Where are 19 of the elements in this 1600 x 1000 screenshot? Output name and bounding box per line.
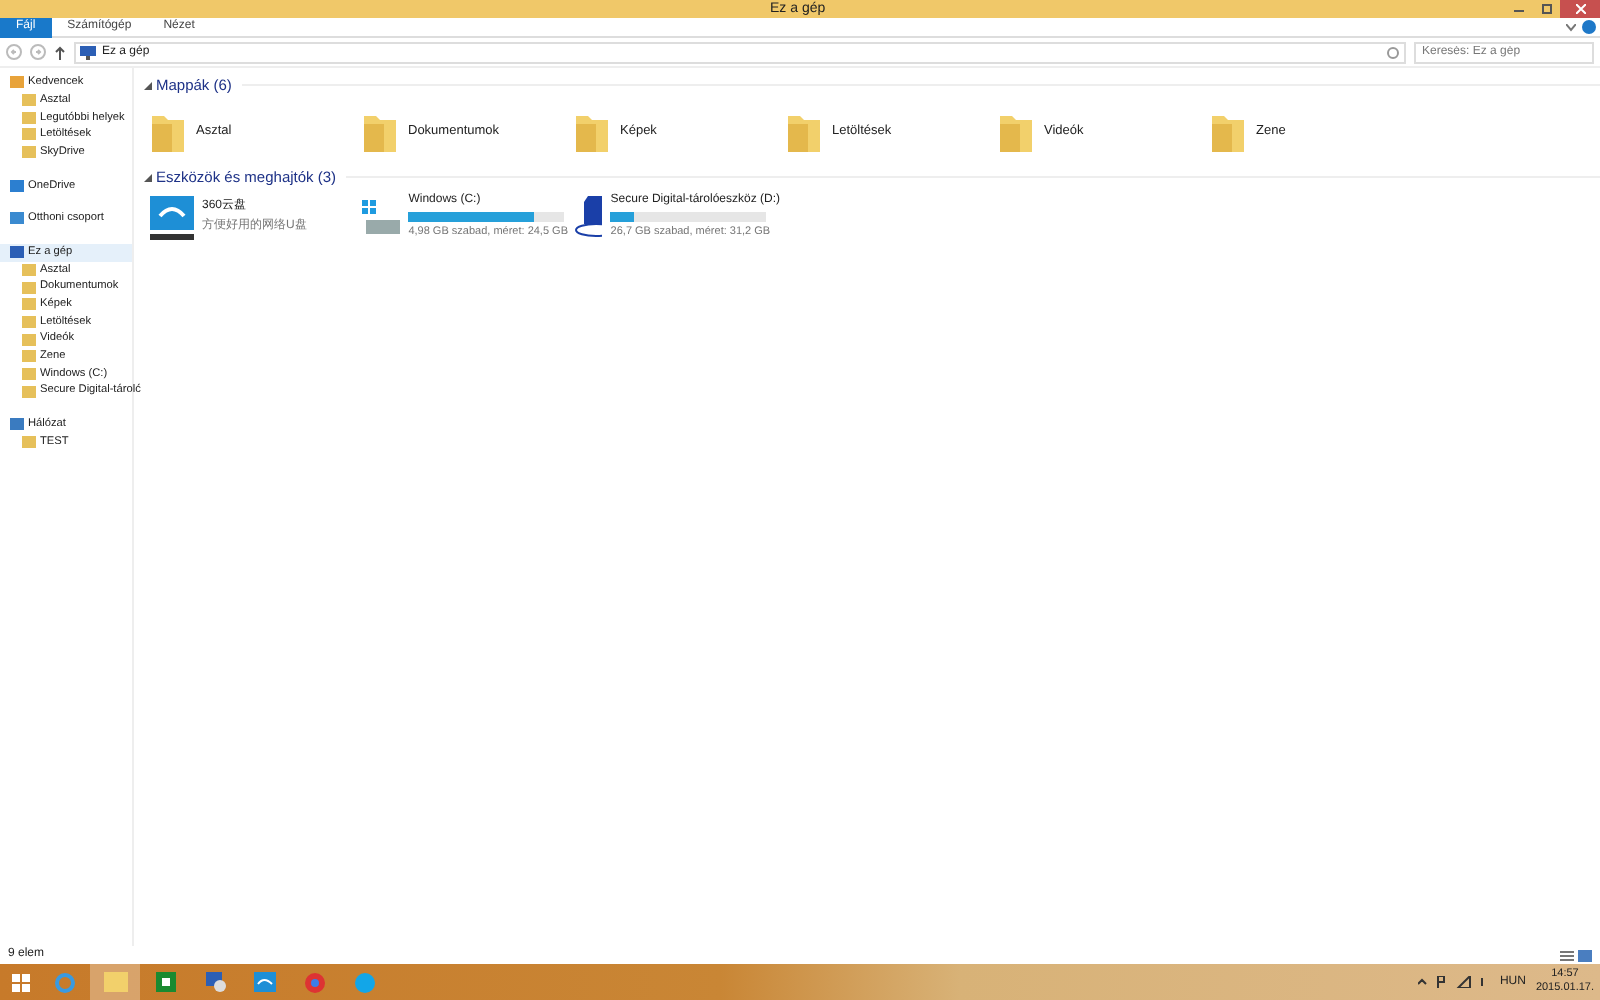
- computer-icon: [205, 972, 225, 992]
- computer-icon: [80, 45, 96, 59]
- cloud-drive-icon: [150, 195, 194, 239]
- windows-logo-icon: [11, 973, 29, 991]
- refresh-icon[interactable]: [1386, 45, 1400, 59]
- collapse-icon[interactable]: [144, 81, 152, 90]
- close-icon: [1575, 4, 1585, 14]
- chevron-icon[interactable]: [1566, 23, 1576, 31]
- up-arrow-icon[interactable]: [54, 45, 66, 59]
- help-icon[interactable]: [1582, 20, 1596, 34]
- close-button[interactable]: [1560, 0, 1600, 18]
- details-view-icon[interactable]: [1560, 949, 1574, 961]
- cloud-icon: [254, 972, 276, 992]
- restore-icon: [1541, 4, 1551, 14]
- collapse-icon[interactable]: [144, 173, 152, 182]
- sd-card-icon: [574, 195, 603, 239]
- hard-drive-icon: [362, 199, 401, 235]
- minimize-icon: [1513, 7, 1523, 11]
- tiles-view-icon[interactable]: [1578, 949, 1592, 961]
